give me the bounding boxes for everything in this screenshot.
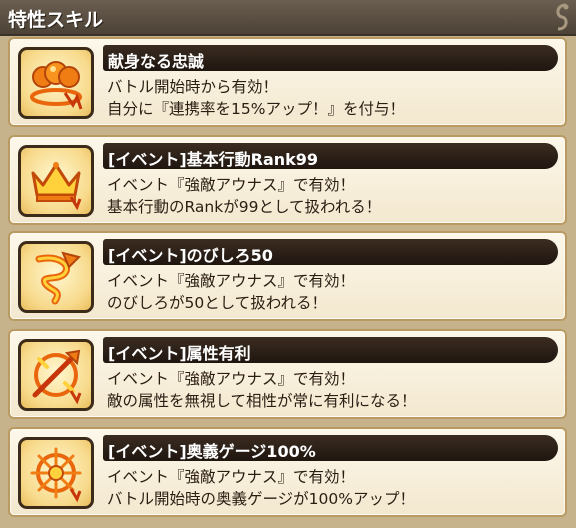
- crown-icon: [31, 162, 82, 211]
- skill-card-5[interactable]: [イベント]奥義ゲージ100% イベント『強敵アウナス』で有効！ バトル開始時の…: [8, 427, 567, 517]
- panel-header: 特性スキル: [0, 0, 576, 36]
- skill-name-bar: [イベント]属性有利: [103, 337, 558, 363]
- skill-icon-frame: [18, 47, 94, 119]
- skill-desc-line-1: イベント『強敵アウナス』で有効！: [107, 176, 356, 194]
- skill-desc-line-2: 自分に『連携率を15%アップ！』を付与！: [107, 100, 405, 118]
- skill-name-bar: [イベント]基本行動Rank99: [103, 143, 558, 169]
- skill-name: [イベント]属性有利: [108, 344, 251, 363]
- element-advantage-icon: [32, 349, 82, 405]
- growth-spiral-icon: [35, 251, 81, 305]
- skill-icon-frame: [18, 145, 94, 217]
- skill-description: バトル開始時から有効！ 自分に『連携率を15%アップ！』を付与！: [107, 76, 405, 120]
- skill-name-bar: [イベント]のびしろ50: [103, 239, 558, 265]
- skill-desc-line-1: イベント『強敵アウナス』で有効！: [107, 370, 356, 388]
- skill-description: イベント『強敵アウナス』で有効！ 基本行動のRankが99として扱われる！: [107, 174, 381, 218]
- skill-desc-line-2: 基本行動のRankが99として扱われる！: [107, 198, 382, 216]
- skill-card-2[interactable]: [イベント]基本行動Rank99 イベント『強敵アウナス』で有効！ 基本行動のR…: [8, 135, 567, 225]
- skill-description: イベント『強敵アウナス』で有効！ のびしろが50として扱われる！: [107, 270, 355, 314]
- skill-name: [イベント]のびしろ50: [108, 246, 273, 265]
- skill-desc-line-2: 敵の属性を無視して相性が常に有利になる！: [107, 392, 417, 410]
- skill-desc-line-1: イベント『強敵アウナス』で有効！: [107, 272, 356, 290]
- skill-desc-line-2: バトル開始時の奥義ゲージが100%アップ！: [107, 490, 415, 508]
- skill-name-bar: [イベント]奥義ゲージ100%: [103, 435, 558, 461]
- skill-card-1[interactable]: 献身なる忠誠 バトル開始時から有効！ 自分に『連携率を15%アップ！』を付与！: [8, 37, 567, 127]
- panel-title: 特性スキル: [8, 9, 104, 31]
- skill-name: 献身なる忠誠: [108, 52, 205, 71]
- skill-desc-line-1: イベント『強敵アウナス』で有効！: [107, 468, 356, 486]
- ougi-gauge-icon: [30, 447, 82, 503]
- skill-description: イベント『強敵アウナス』で有効！ 敵の属性を無視して相性が常に有利になる！: [107, 368, 417, 412]
- skill-icon-frame: [18, 437, 94, 509]
- scroll-ornament-icon: [556, 3, 569, 31]
- skill-name: [イベント]奥義ゲージ100%: [108, 442, 316, 461]
- skill-name-bar: 献身なる忠誠: [103, 45, 558, 71]
- skill-icon-frame: [18, 241, 94, 313]
- skill-description: イベント『強敵アウナス』で有効！ バトル開始時の奥義ゲージが100%アップ！: [107, 466, 415, 510]
- skill-name: [イベント]基本行動Rank99: [108, 150, 319, 169]
- skill-card-3[interactable]: [イベント]のびしろ50 イベント『強敵アウナス』で有効！ のびしろが50として…: [8, 231, 567, 321]
- skill-card-4[interactable]: [イベント]属性有利 イベント『強敵アウナス』で有効！ 敵の属性を無視して相性が…: [8, 329, 567, 419]
- loyalty-orbs-icon: [30, 61, 83, 110]
- skill-desc-line-1: バトル開始時から有効！: [107, 78, 278, 96]
- skill-desc-line-2: のびしろが50として扱われる！: [107, 294, 327, 312]
- skill-icon-frame: [18, 339, 94, 411]
